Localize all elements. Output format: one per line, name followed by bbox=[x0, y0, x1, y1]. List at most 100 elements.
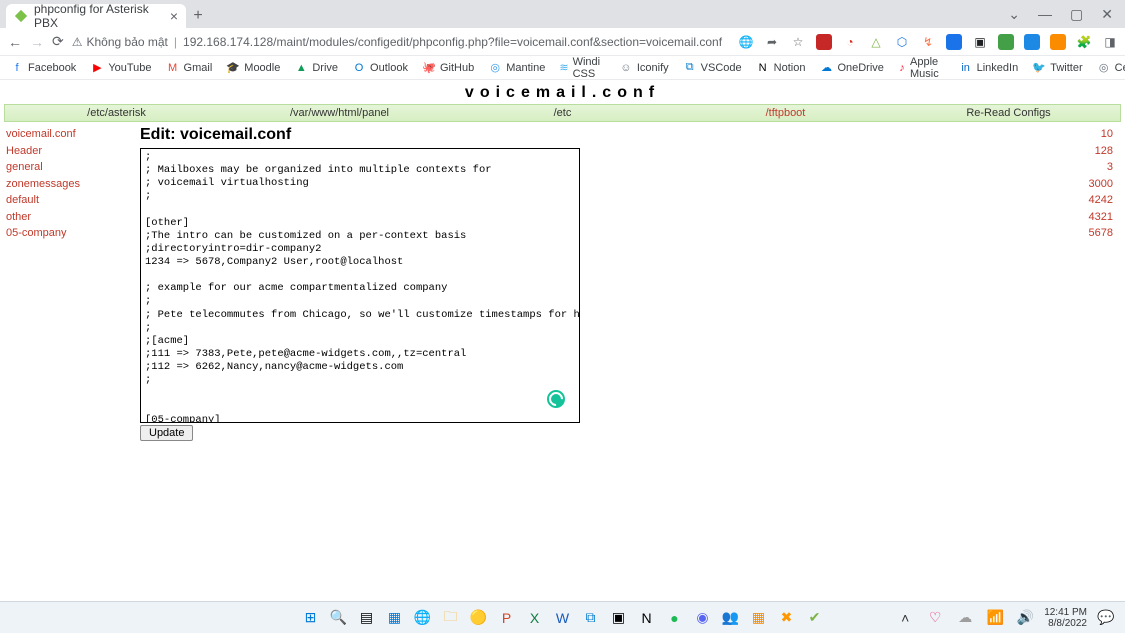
app-icon[interactable]: ✖ bbox=[776, 607, 798, 629]
section-link[interactable]: 05-company bbox=[6, 225, 136, 242]
bookmark-item[interactable]: ◎Centered bbox=[1097, 61, 1125, 75]
extensions-icon[interactable]: 🧩 bbox=[1076, 34, 1092, 50]
window-maximize-icon[interactable]: ▢ bbox=[1070, 6, 1083, 23]
start-icon[interactable]: ⊞ bbox=[300, 607, 322, 629]
line-link[interactable]: 5678 bbox=[1059, 225, 1113, 242]
bookmark-icon: ☺ bbox=[619, 61, 633, 75]
bookmark-icon: f bbox=[10, 61, 24, 75]
spotify-icon[interactable]: ● bbox=[664, 607, 686, 629]
app-icon[interactable]: ✔ bbox=[804, 607, 826, 629]
ext-icon[interactable] bbox=[816, 34, 832, 50]
security-indicator[interactable]: ⚠ Không bảo mật bbox=[72, 35, 168, 49]
tray-onedrive-icon[interactable]: ☁ bbox=[954, 607, 976, 629]
address-bar[interactable]: ⚠ Không bảo mật | 192.168.174.128/maint/… bbox=[72, 35, 722, 49]
ext-icon[interactable]: ▣ bbox=[972, 34, 988, 50]
bookmark-icon: M bbox=[166, 61, 180, 75]
powerpoint-icon[interactable]: P bbox=[496, 607, 518, 629]
teams-icon[interactable]: 👥 bbox=[720, 607, 742, 629]
tray-volume-icon[interactable]: 🔊 bbox=[1014, 607, 1036, 629]
section-link[interactable]: other bbox=[6, 209, 136, 226]
tray-security-icon[interactable]: ♡ bbox=[924, 607, 946, 629]
section-link[interactable]: voicemail.conf bbox=[6, 126, 136, 143]
ext-icon[interactable]: △ bbox=[868, 34, 884, 50]
bookmark-item[interactable]: NNotion bbox=[756, 61, 806, 75]
window-minimize-icon[interactable]: — bbox=[1038, 6, 1052, 22]
nav-back-icon[interactable]: ← bbox=[8, 34, 22, 50]
bookmark-item[interactable]: ≋Windi CSS bbox=[559, 56, 605, 80]
bookmark-item[interactable]: ◎Mantine bbox=[488, 61, 545, 75]
section-link[interactable]: Header bbox=[6, 143, 136, 160]
system-tray: ˄ ♡ ☁ 📶 🔊 12:41 PM 8/8/2022 💬 bbox=[894, 607, 1125, 629]
line-link[interactable]: 10 bbox=[1059, 126, 1113, 143]
bookmark-item[interactable]: MGmail bbox=[166, 61, 213, 75]
ext-icon[interactable] bbox=[946, 34, 962, 50]
grammarly-icon[interactable] bbox=[547, 390, 565, 408]
nav-path-link[interactable]: /tftpboot bbox=[674, 107, 897, 119]
bookmark-item[interactable]: 🐙GitHub bbox=[422, 61, 474, 75]
ext-icon[interactable]: ⬡ bbox=[894, 34, 910, 50]
ext-icon[interactable] bbox=[1050, 34, 1066, 50]
line-link[interactable]: 4242 bbox=[1059, 192, 1113, 209]
toolbar-extensions: 🌐 ➦ ☆ ◔ △ ⬡ ↯ ▣ 🧩 ◨ ⋮ bbox=[738, 34, 1125, 50]
bookmark-item[interactable]: 🎓Moodle bbox=[226, 61, 280, 75]
excel-icon[interactable]: X bbox=[524, 607, 546, 629]
update-button[interactable]: Update bbox=[140, 425, 193, 441]
line-link[interactable]: 3000 bbox=[1059, 176, 1113, 193]
side-panel-icon[interactable]: ◨ bbox=[1102, 34, 1118, 50]
line-link[interactable]: 128 bbox=[1059, 143, 1113, 160]
edge-icon[interactable]: 🌐 bbox=[412, 607, 434, 629]
vscode-icon[interactable]: ⧉ bbox=[580, 607, 602, 629]
line-link[interactable]: 4321 bbox=[1059, 209, 1113, 226]
line-link[interactable]: 3 bbox=[1059, 159, 1113, 176]
window-close-icon[interactable]: ✕ bbox=[1101, 6, 1113, 23]
bookmark-item[interactable]: ▲Drive bbox=[294, 61, 338, 75]
nav-path-link[interactable]: Re-Read Configs bbox=[897, 107, 1120, 119]
bookmark-item[interactable]: inLinkedIn bbox=[959, 61, 1019, 75]
tray-chevron-icon[interactable]: ˄ bbox=[894, 607, 916, 629]
browser-tab[interactable]: phpconfig for Asterisk PBX × bbox=[6, 4, 186, 28]
taskbar-clock[interactable]: 12:41 PM 8/8/2022 bbox=[1044, 607, 1087, 629]
tray-wifi-icon[interactable]: 📶 bbox=[984, 607, 1006, 629]
nav-path-link[interactable]: /var/www/html/panel bbox=[228, 107, 451, 119]
new-tab-button[interactable]: + bbox=[186, 4, 210, 28]
bookmark-icon: ♪ bbox=[898, 61, 906, 75]
notifications-icon[interactable]: 💬 bbox=[1095, 607, 1117, 629]
bookmark-item[interactable]: ♪Apple Music bbox=[898, 56, 945, 80]
ext-icon[interactable]: ◔ bbox=[842, 34, 858, 50]
explorer-icon[interactable]: 🗀 bbox=[440, 607, 462, 629]
bookmark-item[interactable]: ⧉VSCode bbox=[683, 61, 742, 75]
window-dropdown-icon[interactable]: ⌄ bbox=[1008, 6, 1020, 23]
bookmark-item[interactable]: ☁OneDrive bbox=[819, 61, 883, 75]
nav-path-link[interactable]: /etc/asterisk bbox=[5, 107, 228, 119]
section-link[interactable]: general bbox=[6, 159, 136, 176]
bookmark-item[interactable]: 🐦Twitter bbox=[1032, 61, 1082, 75]
vmware-icon[interactable]: ▦ bbox=[748, 607, 770, 629]
nav-reload-icon[interactable]: ⟳ bbox=[52, 33, 64, 50]
notion-icon[interactable]: N bbox=[636, 607, 658, 629]
bookmark-item[interactable]: ☺Iconify bbox=[619, 61, 669, 75]
section-link[interactable]: zonemessages bbox=[6, 176, 136, 193]
warning-icon: ⚠ bbox=[72, 35, 83, 49]
nav-path-link[interactable]: /etc bbox=[451, 107, 674, 119]
translate-icon[interactable]: 🌐 bbox=[738, 34, 754, 50]
word-icon[interactable]: W bbox=[552, 607, 574, 629]
bookmark-item[interactable]: ▶YouTube bbox=[90, 61, 151, 75]
bookmark-item[interactable]: fFacebook bbox=[10, 61, 76, 75]
ext-icon[interactable] bbox=[998, 34, 1014, 50]
task-view-icon[interactable]: ▤ bbox=[356, 607, 378, 629]
bookmark-star-icon[interactable]: ☆ bbox=[790, 34, 806, 50]
bookmark-label: Centered bbox=[1115, 62, 1125, 74]
share-icon[interactable]: ➦ bbox=[764, 34, 780, 50]
chrome-icon[interactable]: 🟡 bbox=[468, 607, 490, 629]
widgets-icon[interactable]: ▦ bbox=[384, 607, 406, 629]
config-editor[interactable]: ; ; Mailboxes may be organized into mult… bbox=[141, 149, 579, 422]
ext-icon[interactable]: ↯ bbox=[920, 34, 936, 50]
search-icon[interactable]: 🔍 bbox=[328, 607, 350, 629]
section-link[interactable]: default bbox=[6, 192, 136, 209]
terminal-icon[interactable]: ▣ bbox=[608, 607, 630, 629]
nav-forward-icon[interactable]: → bbox=[30, 34, 44, 50]
ext-icon[interactable] bbox=[1024, 34, 1040, 50]
close-tab-icon[interactable]: × bbox=[170, 9, 178, 23]
discord-icon[interactable]: ◉ bbox=[692, 607, 714, 629]
bookmark-item[interactable]: OOutlook bbox=[352, 61, 408, 75]
